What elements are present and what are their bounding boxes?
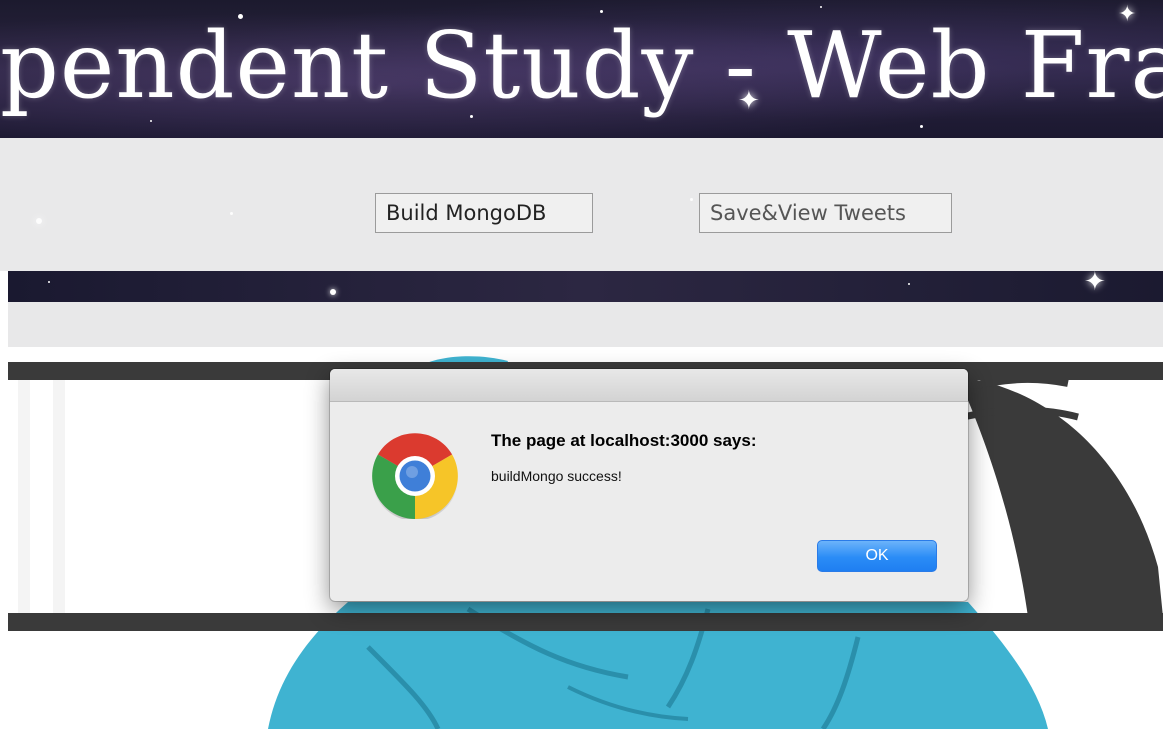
page-banner-title: pendent Study - Web Fra — [0, 12, 1163, 119]
star — [230, 212, 233, 215]
dialog-heading: The page at localhost:3000 says: — [491, 431, 757, 450]
star — [330, 289, 336, 295]
chrome-icon — [372, 433, 458, 519]
alert-dialog: The page at localhost:3000 says: buildMo… — [330, 369, 968, 601]
dialog-titlebar — [330, 369, 968, 402]
star — [48, 281, 50, 283]
nav-bar: Build MongoDB Save&View Tweets — [0, 138, 1163, 271]
star — [690, 198, 693, 201]
save-view-tweets-button[interactable]: Save&View Tweets — [699, 193, 952, 233]
spacer-band — [8, 302, 1163, 347]
decorative-strip: ✦ — [8, 271, 1163, 302]
build-mongodb-button[interactable]: Build MongoDB — [375, 193, 593, 233]
sparkle-star: ✦ — [1084, 271, 1106, 297]
dialog-message: buildMongo success! — [491, 468, 622, 484]
header-banner: ✦ ✦ pendent Study - Web Fra — [0, 0, 1163, 138]
content-divider — [8, 613, 1163, 631]
browser-page: ✦ ✦ pendent Study - Web Fra Build MongoD… — [0, 0, 1163, 729]
star — [36, 218, 42, 224]
star — [908, 283, 910, 285]
ok-button[interactable]: OK — [817, 540, 937, 572]
